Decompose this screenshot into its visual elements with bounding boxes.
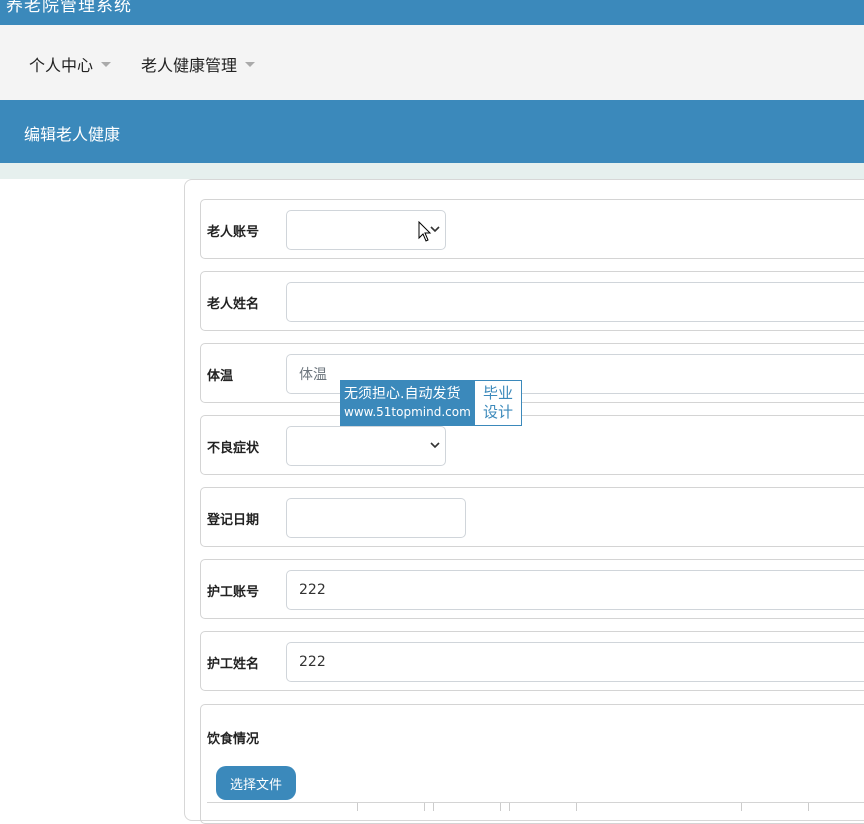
reg-date-input[interactable]: [286, 498, 466, 538]
caret-down-icon: [101, 61, 112, 67]
form-row-reg-date: 登记日期: [200, 487, 864, 547]
toolbar-control[interactable]: [433, 803, 501, 811]
nurse-name-label: 护工姓名: [207, 657, 260, 672]
form-row-nurse-account: 护工账号 222: [200, 559, 864, 619]
watermark-side-badge: 毕业 设计: [474, 380, 522, 426]
watermark-text-block: 无须担心.自动发货 www.51topmind.com: [340, 380, 474, 426]
symptoms-label: 不良症状: [207, 441, 260, 456]
page-header: 编辑老人健康: [0, 100, 864, 163]
form-row-symptoms: 不良症状: [200, 415, 864, 475]
form-row-elder-account: 老人账号: [200, 199, 864, 259]
nurse-name-value: 222: [299, 654, 326, 670]
watermark-badge1: 毕业: [482, 384, 513, 402]
nav-menu-personal-center[interactable]: 个人中心: [29, 52, 112, 76]
nurse-account-input[interactable]: 222: [286, 570, 864, 610]
watermark-badge: 无须担心.自动发货 www.51topmind.com 毕业 设计: [340, 380, 522, 426]
temperature-label: 体温: [207, 369, 234, 384]
choose-file-button[interactable]: 选择文件: [216, 766, 296, 800]
form-row-elder-name: 老人姓名: [200, 271, 864, 331]
nurse-name-input[interactable]: 222: [286, 642, 864, 682]
caret-down-icon: [245, 61, 256, 67]
form-row-temperature: 体温 体温: [200, 343, 864, 403]
toolbar-control[interactable]: [741, 803, 809, 811]
toolbar-control[interactable]: [357, 803, 425, 811]
watermark-line2: www.51topmind.com: [344, 405, 471, 419]
chevron-down-icon: [430, 442, 440, 449]
top-title-bar: 养老院管理系统: [0, 0, 864, 25]
nurse-account-label: 护工账号: [207, 585, 260, 600]
toolbar-control[interactable]: [509, 803, 577, 811]
diet-label: 饮食情况: [207, 732, 260, 747]
form-row-nurse-name: 护工姓名 222: [200, 631, 864, 691]
reg-date-label: 登记日期: [207, 513, 260, 528]
elder-name-label: 老人姓名: [207, 297, 260, 312]
page-title: 编辑老人健康: [24, 125, 121, 144]
temperature-placeholder: 体温: [299, 367, 327, 383]
system-title: 养老院管理系统: [6, 0, 132, 16]
nav-menu-label: 老人健康管理: [141, 56, 238, 75]
elder-account-label: 老人账号: [207, 225, 260, 240]
nav-menu-label: 个人中心: [29, 56, 94, 75]
watermark-line1: 无须担心.自动发货: [344, 386, 461, 402]
nav-menu-elder-health[interactable]: 老人健康管理: [141, 52, 256, 76]
symptoms-select[interactable]: [286, 426, 446, 466]
header-divider-strip: [0, 163, 864, 179]
form-row-diet: 饮食情况 选择文件: [200, 704, 864, 824]
watermark-badge2: 设计: [482, 403, 513, 421]
nurse-account-value: 222: [299, 582, 326, 598]
mouse-pointer-icon: [418, 221, 432, 242]
elder-name-input[interactable]: [286, 282, 864, 322]
main-navbar: 个人中心 老人健康管理: [0, 25, 864, 100]
